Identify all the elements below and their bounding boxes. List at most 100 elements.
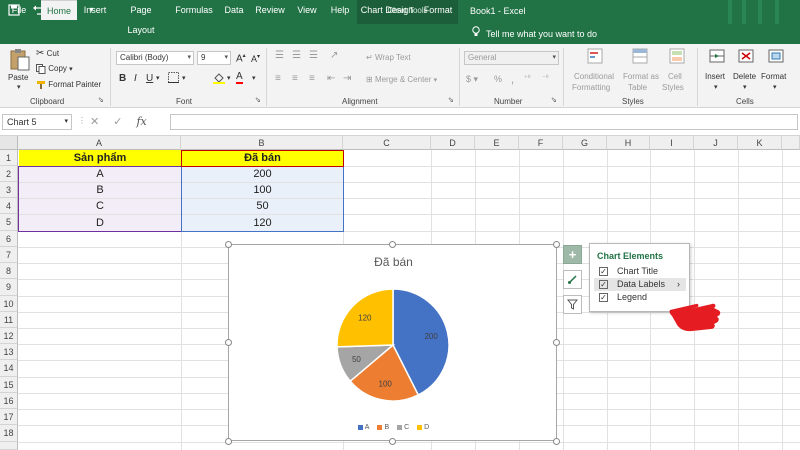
chart-filters-button[interactable] — [563, 295, 582, 314]
font-name-combo[interactable]: Calibri (Body) ▾ — [116, 51, 194, 65]
row-header-6[interactable]: 6 — [0, 231, 18, 247]
bold-icon[interactable]: B — [119, 73, 126, 84]
merge-center-button[interactable]: ⊞ Merge & Center ▾ — [366, 75, 437, 84]
resize-handle-bottom-right[interactable] — [553, 438, 560, 445]
number-launcher-icon[interactable]: ⬂ — [551, 96, 557, 104]
paste-button[interactable]: Paste ▾ — [6, 48, 34, 91]
wrap-text-button[interactable]: ↵ Wrap Text — [366, 53, 411, 62]
fill-color-dropdown-icon[interactable]: ▾ — [227, 74, 231, 82]
chart-elements-button[interactable]: + — [563, 245, 582, 264]
cell-styles-button[interactable]: Cell Styles — [660, 48, 694, 94]
pie-plot-area[interactable]: 200 100 50 120 — [229, 245, 558, 442]
align-middle-icon[interactable]: ☰ — [292, 50, 301, 61]
tab-help[interactable]: Help — [326, 0, 354, 20]
font-size-combo[interactable]: 9 ▾ — [197, 51, 231, 65]
column-header-e[interactable]: E — [475, 136, 519, 150]
data-label-b[interactable]: 100 — [379, 379, 393, 388]
column-header-b[interactable]: B — [181, 136, 343, 150]
resize-handle-top[interactable] — [389, 241, 396, 248]
row-header-12[interactable]: 12 — [0, 328, 18, 344]
decrease-indent-icon[interactable]: ⇤ — [327, 73, 335, 84]
column-header-g[interactable]: G — [563, 136, 607, 150]
increase-font-size-icon[interactable]: A▴ — [236, 52, 246, 64]
pie-chart[interactable]: Đã bán 200 100 50 120 A B C D — [228, 244, 557, 441]
row-header-17[interactable]: 17 — [0, 409, 18, 425]
column-header-next[interactable] — [782, 136, 800, 150]
row-header-5[interactable]: 5 — [0, 214, 18, 231]
column-header-k[interactable]: K — [738, 136, 782, 150]
increase-decimal-icon[interactable]: ⁺⁰ — [524, 74, 531, 82]
tab-page-layout[interactable]: Page Layout — [116, 0, 166, 35]
delete-cells-button[interactable]: Delete ▾ — [731, 48, 761, 94]
row-header-19[interactable] — [0, 442, 18, 450]
paste-dropdown-icon[interactable]: ▾ — [17, 83, 21, 91]
tell-me-box[interactable]: Tell me what you want to do — [472, 24, 597, 44]
column-header-d[interactable]: D — [431, 136, 475, 150]
column-header-h[interactable]: H — [607, 136, 650, 150]
orientation-icon[interactable]: ↗ — [330, 50, 338, 61]
copy-button[interactable]: Copy ▾ — [36, 64, 73, 74]
row-header-18[interactable]: 18 — [0, 425, 18, 442]
underline-dropdown-icon[interactable]: ▾ — [156, 74, 160, 82]
align-left-icon[interactable]: ≡ — [275, 73, 281, 84]
number-format-combo[interactable]: General ▾ — [464, 51, 559, 65]
row-header-13[interactable]: 13 — [0, 344, 18, 360]
borders-dropdown-icon[interactable]: ▾ — [182, 74, 186, 82]
clipboard-launcher-icon[interactable]: ⬂ — [98, 96, 104, 104]
cell-a1[interactable]: Sản phẩm — [19, 150, 181, 166]
tab-review[interactable]: Review — [253, 0, 287, 20]
chart-styles-button[interactable] — [563, 270, 582, 289]
tab-insert[interactable]: Insert — [80, 0, 110, 20]
insert-function-icon[interactable]: fx — [136, 115, 146, 128]
row-header-8[interactable]: 8 — [0, 263, 18, 279]
enter-icon[interactable]: ✓ — [113, 115, 122, 128]
column-header-a[interactable]: A — [18, 136, 181, 150]
alignment-launcher-icon[interactable]: ⬂ — [448, 96, 454, 104]
resize-handle-bottom[interactable] — [389, 438, 396, 445]
fill-color-icon[interactable] — [213, 72, 225, 86]
tab-home[interactable]: Home — [41, 0, 77, 20]
row-header-1[interactable]: 1 — [0, 150, 18, 166]
conditional-formatting-button[interactable]: Conditional Formatting — [570, 48, 620, 94]
data-labels-checkbox[interactable]: ✓ — [599, 280, 608, 289]
chart-title-checkbox[interactable]: ✓ — [599, 267, 608, 276]
tab-formulas[interactable]: Formulas — [172, 0, 216, 20]
accounting-format-icon[interactable]: $ ▾ — [466, 74, 478, 85]
resize-handle-left[interactable] — [225, 339, 232, 346]
align-top-icon[interactable]: ☰ — [275, 50, 284, 61]
comma-style-icon[interactable]: , — [511, 74, 514, 86]
name-box[interactable]: Chart 5 ▾ — [2, 114, 72, 130]
format-as-table-button[interactable]: Format as Table — [620, 48, 660, 94]
decrease-decimal-icon[interactable]: ⁻⁰ — [542, 74, 549, 82]
align-right-icon[interactable]: ≡ — [309, 73, 315, 84]
row-header-16[interactable]: 16 — [0, 393, 18, 409]
chart-legend[interactable]: A B C D — [229, 424, 558, 431]
tab-file[interactable]: File — [6, 0, 32, 20]
underline-icon[interactable]: U — [146, 73, 153, 84]
column-header-f[interactable]: F — [519, 136, 563, 150]
percent-style-icon[interactable]: % — [494, 74, 502, 84]
decrease-font-size-icon[interactable]: A▾ — [251, 53, 260, 64]
tab-view[interactable]: View — [293, 0, 321, 20]
tab-chart-design[interactable]: Chart Design — [360, 0, 414, 20]
cut-button[interactable]: ✂ Cut — [36, 48, 59, 59]
row-header-11[interactable]: 11 — [0, 312, 18, 328]
format-cells-button[interactable]: Format ▾ — [761, 48, 791, 94]
column-header-j[interactable]: J — [694, 136, 738, 150]
row-header-10[interactable]: 10 — [0, 296, 18, 312]
data-label-d[interactable]: 120 — [358, 314, 372, 323]
row-header-7[interactable]: 7 — [0, 247, 18, 263]
insert-cells-button[interactable]: Insert ▾ — [703, 48, 731, 94]
italic-icon[interactable]: I — [134, 73, 137, 84]
row-header-4[interactable]: 4 — [0, 198, 18, 214]
resize-handle-top-left[interactable] — [225, 241, 232, 248]
data-label-c[interactable]: 50 — [352, 355, 361, 364]
row-header-15[interactable]: 15 — [0, 377, 18, 393]
borders-icon[interactable] — [168, 72, 179, 85]
column-header-c[interactable]: C — [343, 136, 431, 150]
increase-indent-icon[interactable]: ⇥ — [343, 73, 351, 84]
row-header-2[interactable]: 2 — [0, 166, 18, 182]
align-bottom-icon[interactable]: ☰ — [309, 50, 318, 61]
resize-handle-top-right[interactable] — [553, 241, 560, 248]
font-launcher-icon[interactable]: ⬂ — [255, 96, 261, 104]
